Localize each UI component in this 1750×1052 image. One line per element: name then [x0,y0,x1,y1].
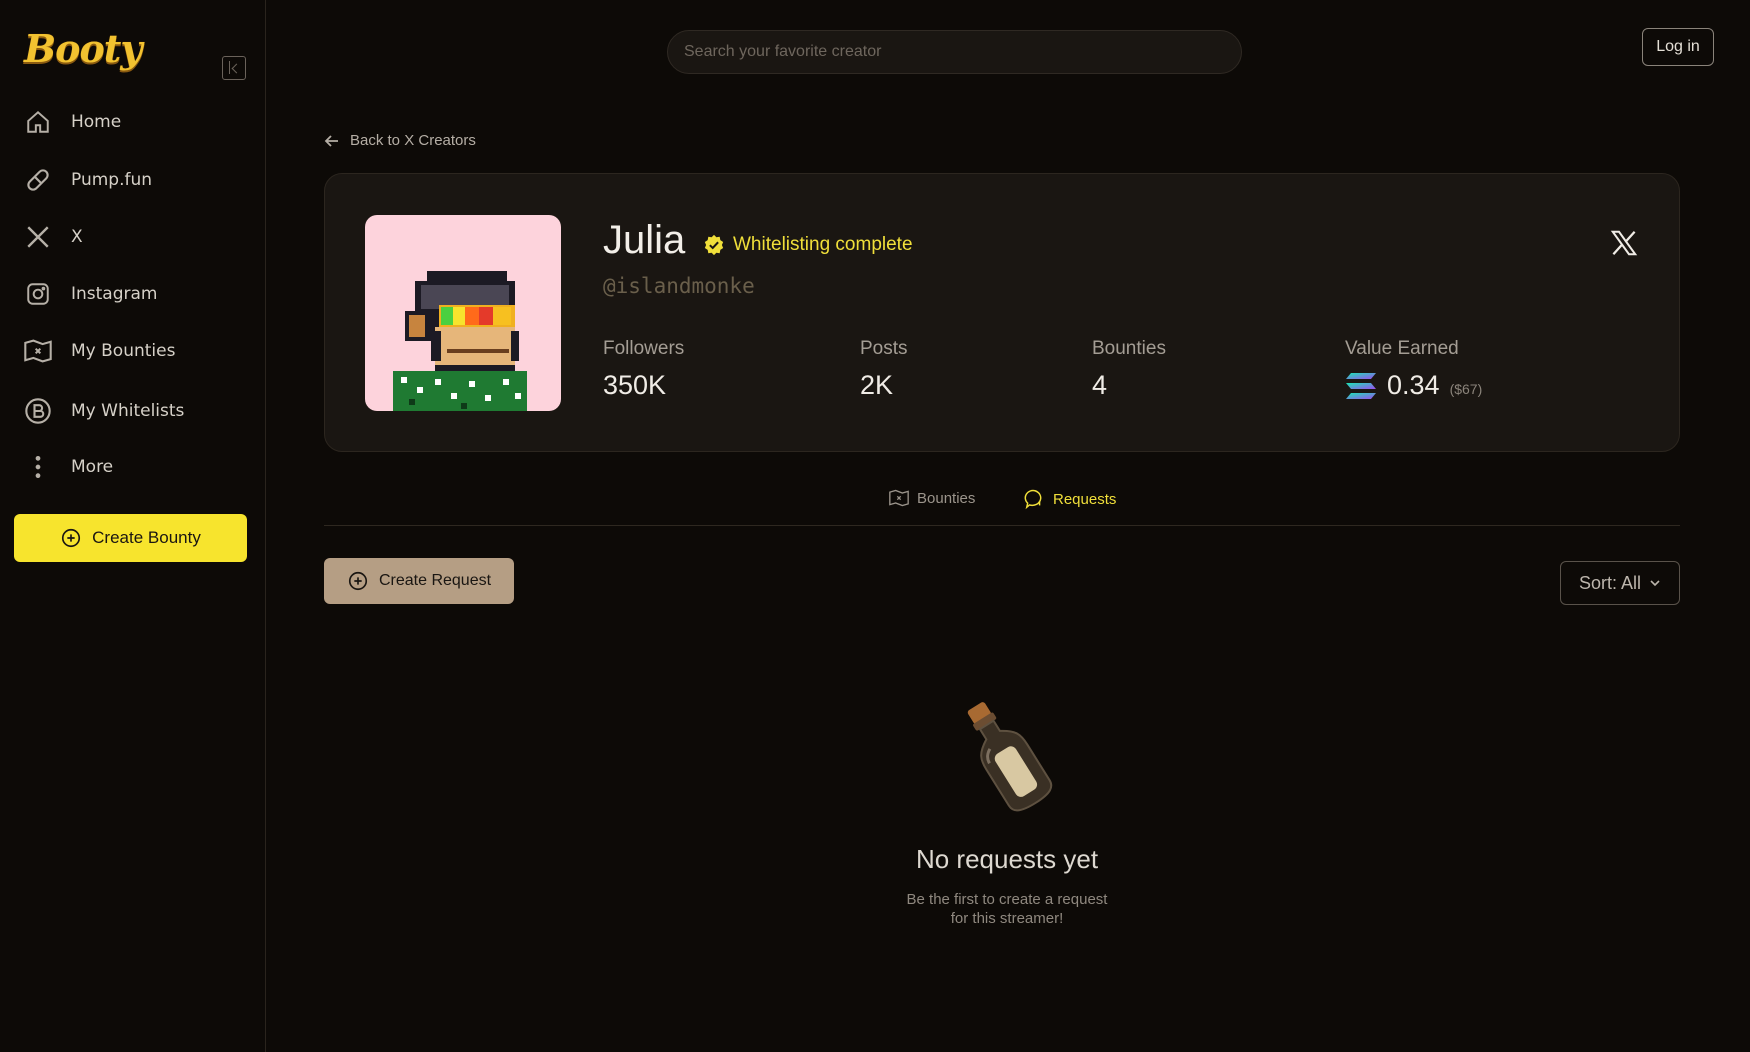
sort-dropdown[interactable]: Sort: All [1560,561,1680,605]
sidebar-item-label: My Whitelists [71,401,185,421]
stat-bounties: Bounties 4 [1092,338,1166,401]
sidebar-item-instagram[interactable]: Instagram [22,274,252,314]
create-request-button[interactable]: Create Request [324,558,514,604]
tab-requests[interactable]: Requests [1024,488,1116,510]
stat-value: 4 [1092,370,1108,400]
instagram-icon [22,278,54,310]
verified-badge-icon [704,234,724,256]
chevron-down-icon [1650,580,1660,587]
sidebar-item-more[interactable]: More [22,447,252,487]
solana-icon [1346,372,1376,399]
treasure-map-icon [889,489,909,507]
sidebar-item-label: Pump.fun [71,170,153,190]
sidebar-item-my-bounties[interactable]: My Bounties [22,331,252,371]
avatar [365,215,561,411]
pixel-monkey-avatar [393,271,527,411]
sidebar-item-pumpfun[interactable]: Pump.fun [22,160,252,200]
x-logo-icon [22,221,54,253]
x-profile-link-icon[interactable] [1609,228,1639,258]
create-request-label: Create Request [378,572,492,589]
pill-icon [22,164,54,196]
profile-card: Julia Whitelisting complete @islandmonke… [324,173,1680,452]
sidebar-item-label: More [71,457,114,477]
back-link[interactable]: Back to X Creators [324,132,476,149]
arrow-left-icon [324,134,338,147]
stat-followers: Followers 350K [603,338,684,401]
home-icon [22,106,54,138]
tab-bounties[interactable]: Bounties [888,488,975,508]
empty-state-subtitle-line: Be the first to create a request [906,891,1108,908]
stat-label: Posts [860,338,908,359]
whitelist-status: Whitelisting complete [703,234,913,256]
stat-label: Value Earned [1345,338,1459,359]
create-bounty-button[interactable]: Create Bounty [14,514,247,562]
plus-circle-icon [62,528,81,548]
stat-value: 2K [860,370,894,400]
empty-state-subtitle: Be the first to create a request for thi… [860,890,1154,928]
sidebar-item-label: Instagram [71,284,158,304]
creator-name: Julia [603,218,686,262]
whitelist-status-label: Whitelisting complete [733,234,913,255]
booty-logo[interactable]: Booty [24,26,142,71]
message-bottle-icon [950,696,1060,816]
plus-circle-icon [348,571,368,591]
chat-bubble-icon [1024,489,1042,510]
sidebar-item-my-whitelists[interactable]: My Whitelists [22,391,252,431]
b-coin-icon [22,395,54,427]
login-button[interactable]: Log in [1642,28,1714,66]
sidebar-item-x[interactable]: X [22,217,252,257]
create-bounty-label: Create Bounty [92,528,201,547]
tab-label: Bounties [917,489,976,507]
stat-usd-value: ($67) [1449,381,1483,397]
search-input[interactable] [667,30,1242,74]
treasure-map-icon [22,335,54,367]
creator-handle: @islandmonke [603,274,755,298]
back-link-label: Back to X Creators [350,132,476,149]
stat-value: 0.34 [1387,370,1440,400]
sidebar-item-label: My Bounties [71,341,176,361]
sidebar-item-home[interactable]: Home [22,102,252,142]
stat-label: Bounties [1092,338,1166,359]
stat-value-earned: Value Earned 0.34 ($67) [1345,338,1482,401]
sort-label: Sort: All [1578,572,1642,593]
stat-posts: Posts 2K [860,338,908,401]
sidebar-item-label: Home [71,112,122,132]
stat-label: Followers [603,338,685,359]
profile-tabs: Bounties Requests [324,478,1680,526]
stat-value: 350K [603,370,667,400]
tab-label: Requests [1053,490,1117,508]
empty-state-subtitle-line: for this streamer! [950,910,1064,927]
empty-state-title: No requests yet [915,844,1099,874]
sidebar: Booty Home Pump.fun X Instagram My Bount… [0,0,266,1052]
sidebar-item-label: X [71,227,83,247]
more-vertical-icon [22,451,54,483]
collapse-sidebar-icon[interactable] [222,56,246,80]
